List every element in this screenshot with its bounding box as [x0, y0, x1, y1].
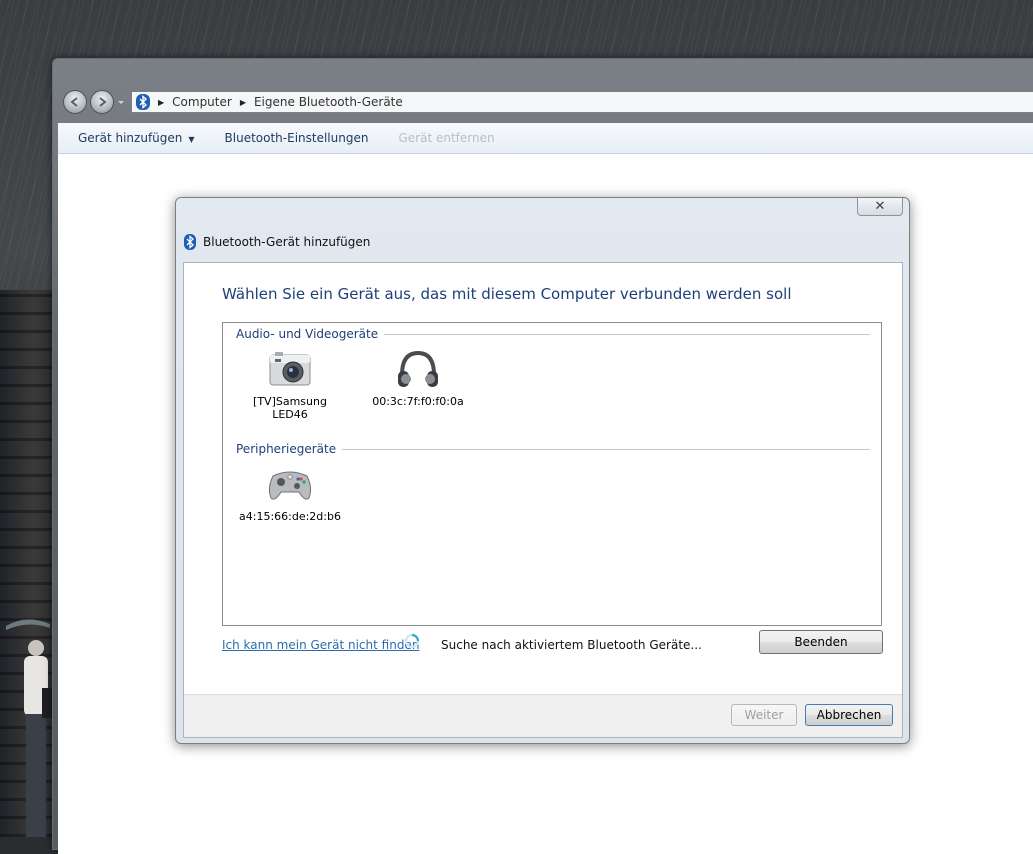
next-button: Weiter [731, 704, 797, 726]
bluetooth-icon [136, 94, 150, 110]
group-label: Audio- und Videogeräte [236, 327, 379, 341]
headphones-icon [398, 350, 438, 387]
recent-pages-dropdown-icon[interactable] [117, 97, 125, 107]
close-button[interactable]: ✕ [857, 198, 903, 216]
dialog-title-bar: Bluetooth-Gerät hinzufügen [184, 234, 370, 250]
arrow-left-icon [70, 97, 78, 107]
breadcrumb-separator-icon: ▶ [158, 97, 165, 107]
device-item-gamepad[interactable]: a4:15:66:de:2d:b6 [235, 464, 345, 523]
group-header-peripherals: Peripheriegeräte [236, 442, 870, 456]
cant-find-device-link[interactable]: Ich kann mein Gerät nicht finden [222, 638, 419, 652]
arrow-right-icon [99, 97, 107, 107]
navigation-bar: ▶ Computer ▶ Eigene Bluetooth-Geräte [61, 87, 1033, 117]
device-label: a4:15:66:de:2d:b6 [239, 510, 341, 523]
camera-icon [269, 352, 311, 386]
device-item-samsung-tv[interactable]: [TV]Samsung LED46 [235, 349, 345, 421]
breadcrumb-separator-icon: ▶ [239, 97, 246, 107]
close-icon: ✕ [874, 199, 886, 214]
add-device-menu[interactable]: Gerät hinzufügen ▼ [78, 131, 195, 145]
chevron-down-icon: ▼ [188, 135, 195, 144]
desktop-person-decoration [6, 619, 56, 837]
forward-button[interactable] [90, 90, 114, 114]
dialog-footer: Weiter Abbrechen [184, 694, 902, 737]
device-label: [TV]Samsung LED46 [253, 395, 327, 421]
bluetooth-icon [184, 234, 196, 250]
group-divider [384, 333, 870, 335]
breadcrumb-bluetooth-devices[interactable]: Eigene Bluetooth-Geräte [254, 95, 403, 109]
group-label: Peripheriegeräte [236, 442, 337, 456]
back-button[interactable] [63, 90, 87, 114]
bluetooth-settings-button[interactable]: Bluetooth-Einstellungen [225, 131, 369, 145]
gamepad-icon [268, 471, 312, 500]
command-bar: Gerät hinzufügen ▼ Bluetooth-Einstellunge… [58, 123, 1033, 154]
add-device-label: Gerät hinzufügen [78, 131, 183, 145]
remove-device-button: Gerät entfernen [398, 131, 495, 145]
device-item-headphones[interactable]: 00:3c:7f:f0:f0:0a [363, 349, 473, 408]
group-divider [342, 448, 870, 450]
dialog-title: Bluetooth-Gerät hinzufügen [203, 235, 371, 249]
loading-spinner-icon [404, 633, 420, 649]
stop-search-button[interactable]: Beenden [759, 630, 883, 654]
cancel-button[interactable]: Abbrechen [805, 704, 893, 726]
device-label: 00:3c:7f:f0:f0:0a [372, 395, 464, 408]
add-bluetooth-device-dialog: ✕ Bluetooth-Gerät hinzufügen Wählen Sie … [175, 197, 910, 744]
address-bar[interactable]: ▶ Computer ▶ Eigene Bluetooth-Geräte [131, 91, 1033, 113]
search-status-text: Suche nach aktiviertem Bluetooth Geräte.… [441, 638, 702, 652]
dialog-heading: Wählen Sie ein Gerät aus, das mit diesem… [222, 285, 792, 303]
group-header-audio-video: Audio- und Videogeräte [236, 327, 870, 341]
breadcrumb-computer[interactable]: Computer [172, 95, 232, 109]
device-list[interactable]: Audio- und Videogeräte [TV]Samsung LED46 [222, 322, 882, 626]
dialog-body: Wählen Sie ein Gerät aus, das mit diesem… [183, 262, 903, 738]
